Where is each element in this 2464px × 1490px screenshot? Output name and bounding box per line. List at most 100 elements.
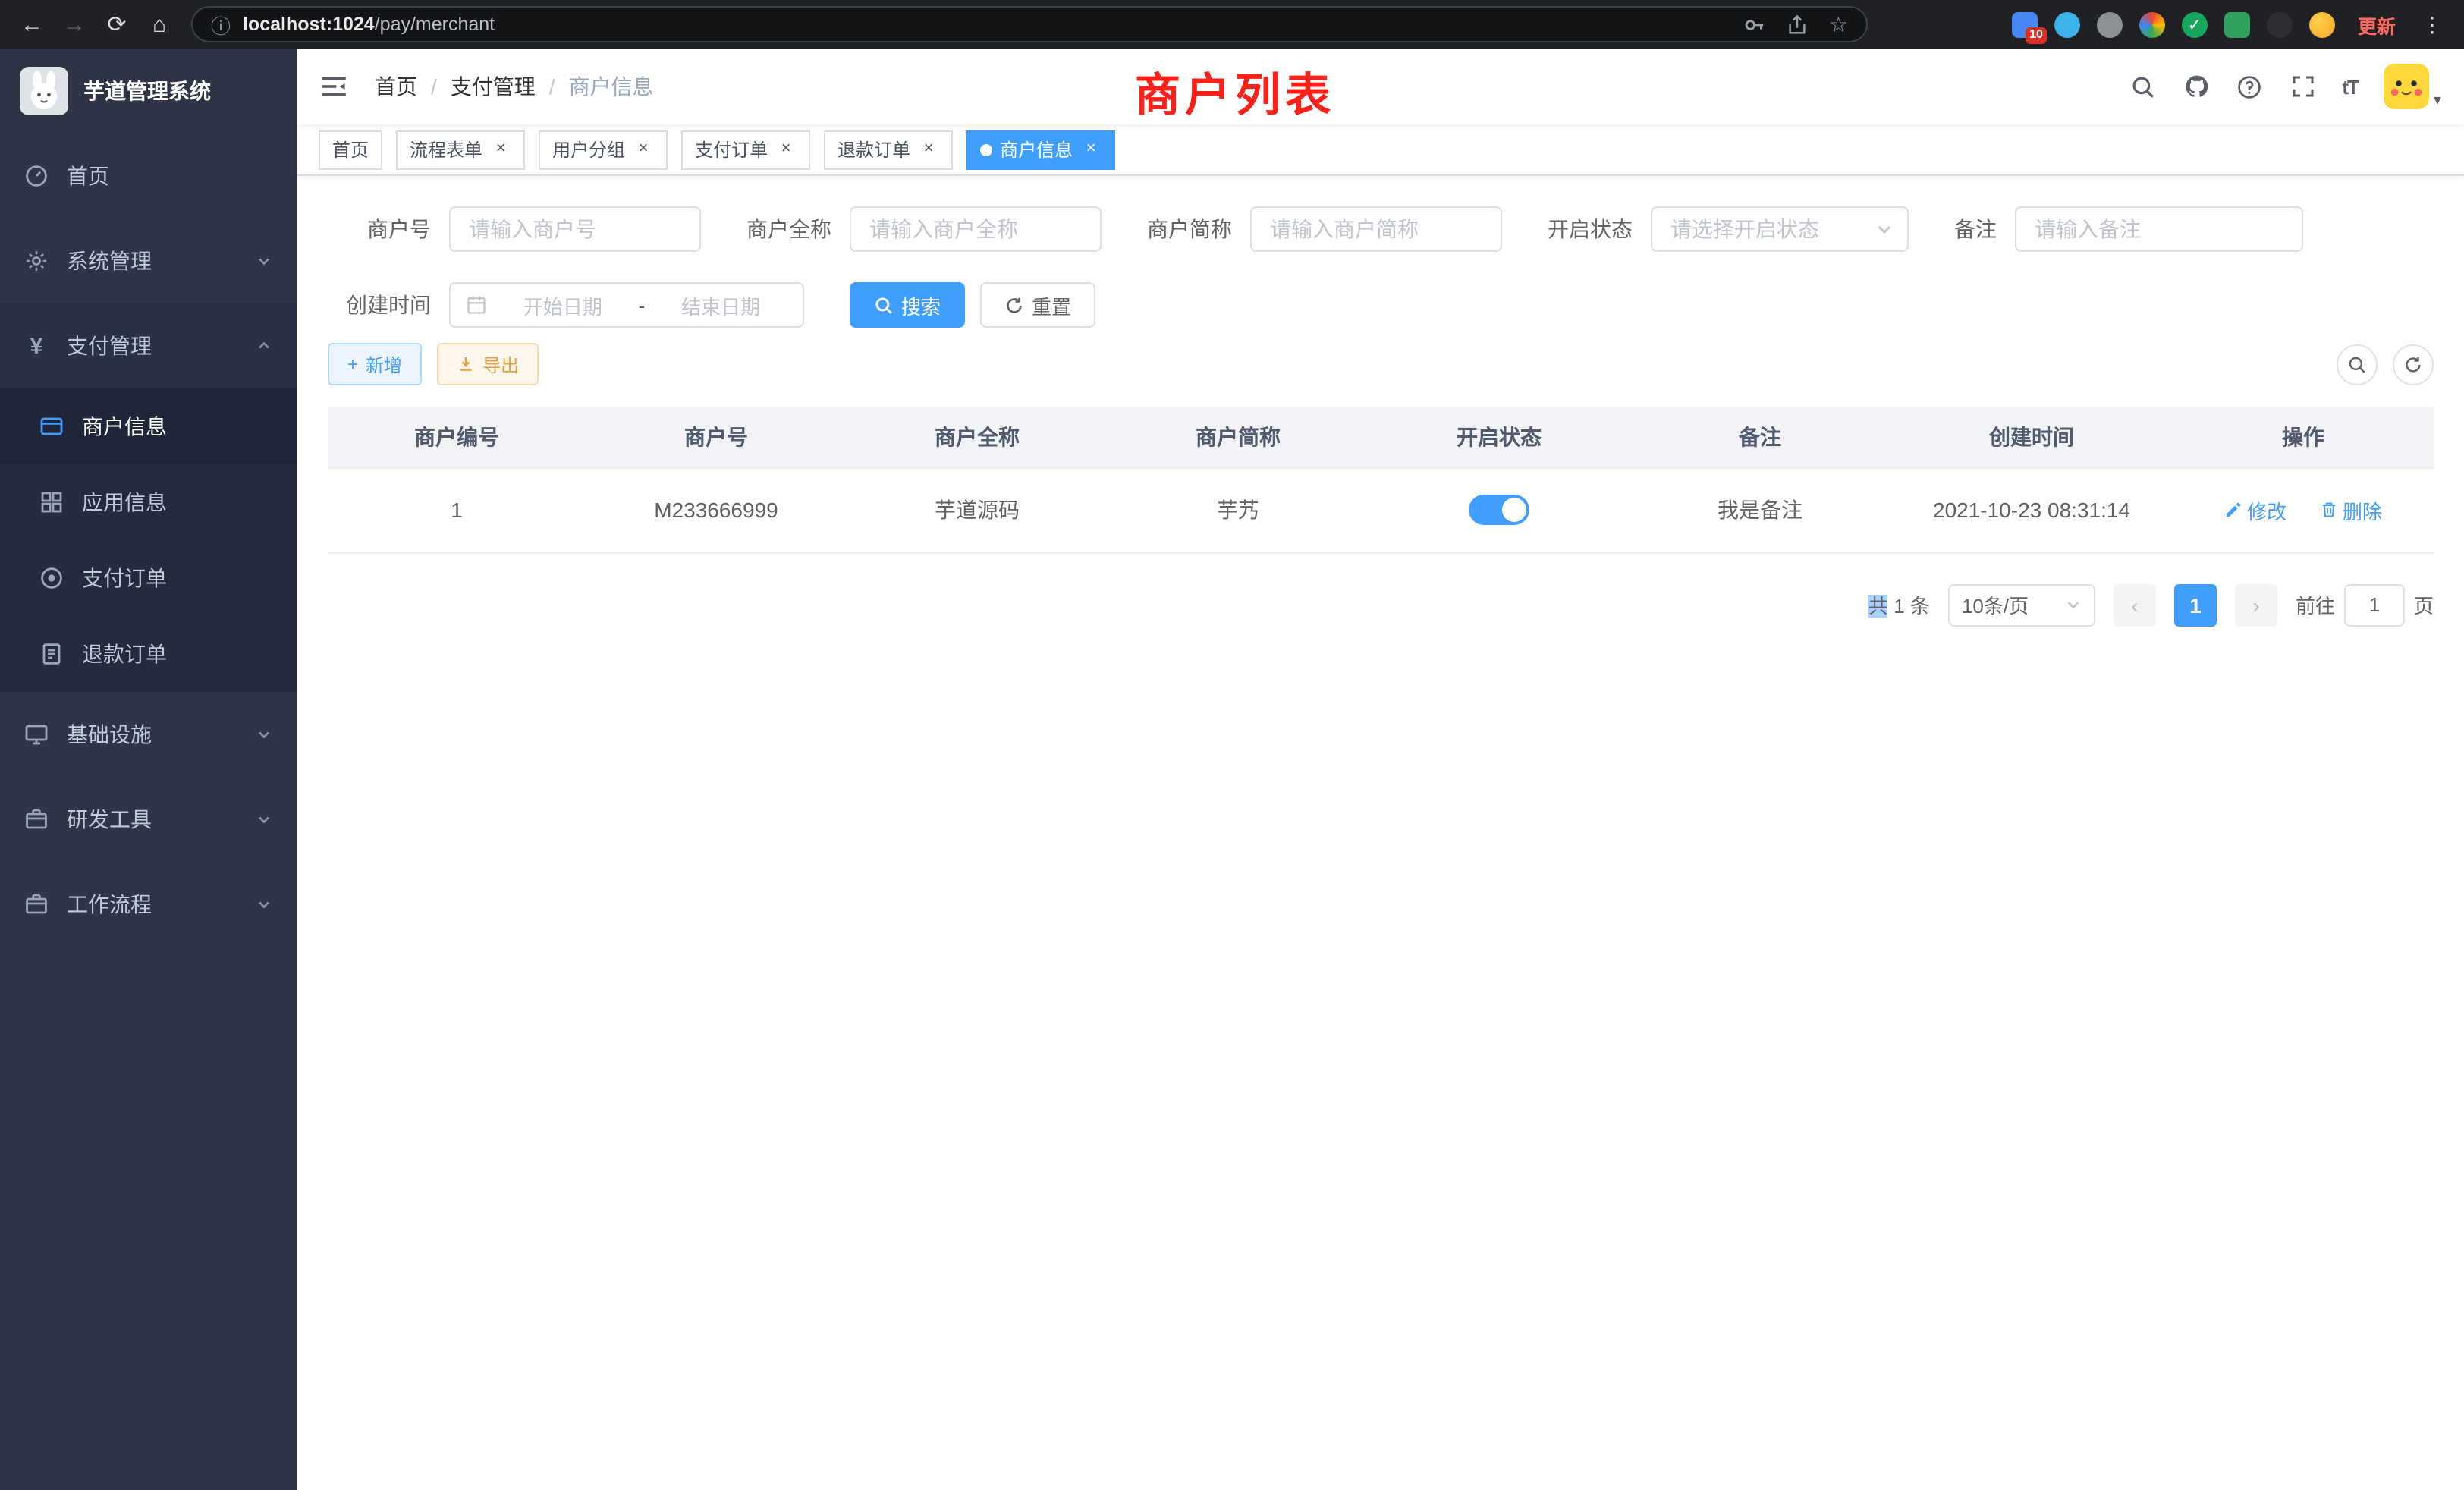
browser-forward-icon[interactable]: → <box>58 8 91 41</box>
bank-card-icon <box>39 414 64 439</box>
status-select[interactable]: 请选择开启状态 <box>1651 206 1909 252</box>
sidebar-item-payment-orders[interactable]: 支付订单 <box>0 540 297 616</box>
cell-actions: 修改 删除 <box>2173 467 2434 552</box>
extension-icon-8[interactable] <box>2309 11 2335 37</box>
user-menu[interactable]: ▾ <box>2384 64 2441 109</box>
status-toggle[interactable] <box>1469 495 1529 525</box>
edit-link[interactable]: 修改 <box>2224 495 2286 524</box>
navbar-actions: tT ▾ <box>2129 64 2441 109</box>
chevron-down-icon <box>255 810 273 828</box>
extension-icon-4[interactable] <box>2139 11 2165 37</box>
target-icon <box>39 566 64 590</box>
screenshot-root: ← → ⟳ ⌂ ⓘ localhost:1024/pay/merchant ☆ … <box>0 0 2464 1490</box>
browser-address-bar[interactable]: ⓘ localhost:1024/pay/merchant ☆ <box>191 6 1868 42</box>
close-icon[interactable]: × <box>633 139 654 160</box>
page-size-select[interactable]: 10条/页 <box>1948 583 2095 626</box>
sidebar-item-app-info[interactable]: 应用信息 <box>0 464 297 540</box>
search-icon[interactable] <box>2129 73 2157 100</box>
col-full-name: 商户全称 <box>847 407 1108 467</box>
chevron-down-icon <box>255 252 273 270</box>
goto-page-input[interactable] <box>2344 583 2405 626</box>
prev-page-button[interactable]: ‹ <box>2114 583 2156 626</box>
browser-menu-icon[interactable]: ⋮ <box>2418 11 2446 37</box>
sidebar-item-dev-tools[interactable]: 研发工具 <box>0 777 297 862</box>
sidebar-item-label: 首页 <box>67 161 109 191</box>
extension-icon-3[interactable] <box>2097 11 2123 37</box>
short-name-input[interactable] <box>1250 206 1502 252</box>
url-path: /pay/merchant <box>375 14 495 35</box>
sidebar-menu: 首页 系统管理 ¥ 支付管理 <box>0 134 297 947</box>
close-icon[interactable]: × <box>918 139 939 160</box>
page-1-button[interactable]: 1 <box>2174 583 2217 626</box>
tab-user-group[interactable]: 用户分组× <box>539 130 668 169</box>
tab-label: 支付订单 <box>695 137 768 162</box>
app-logo[interactable]: 芋道管理系统 <box>0 49 297 134</box>
tab-merchant-info[interactable]: 商户信息× <box>966 130 1115 169</box>
active-dot <box>980 143 992 156</box>
hamburger-icon[interactable] <box>320 71 350 102</box>
share-icon[interactable] <box>1787 13 1809 36</box>
github-icon[interactable] <box>2183 73 2210 100</box>
goto-suffix: 页 <box>2414 590 2434 619</box>
page-info-icon[interactable]: ⓘ <box>211 10 231 39</box>
sidebar-item-label: 研发工具 <box>67 804 152 835</box>
briefcase-icon <box>24 892 49 916</box>
col-actions: 操作 <box>2173 407 2434 467</box>
plus-icon: + <box>347 354 358 375</box>
sidebar-item-payment[interactable]: ¥ 支付管理 <box>0 303 297 388</box>
tab-payment-orders[interactable]: 支付订单 × <box>681 130 810 169</box>
sidebar-item-system[interactable]: 系统管理 <box>0 218 297 303</box>
browser-back-icon[interactable]: ← <box>15 8 49 41</box>
extension-icon-2[interactable] <box>2054 11 2080 37</box>
sidebar-item-label: 应用信息 <box>82 487 167 517</box>
table-header-row: 商户编号 商户号 商户全称 商户简称 开启状态 备注 创建时间 操作 <box>328 407 2434 467</box>
close-icon[interactable]: × <box>775 139 797 160</box>
sidebar-item-label: 商户信息 <box>82 411 167 442</box>
browser-extensions-area: 10 ✓ 更新 ⋮ <box>2012 7 2449 42</box>
extension-icon-7[interactable] <box>2267 11 2293 37</box>
export-button[interactable]: 导出 <box>437 343 539 385</box>
remark-input[interactable] <box>2015 206 2303 252</box>
bookmark-star-icon[interactable]: ☆ <box>1829 11 1848 37</box>
create-time-range-picker[interactable]: 开始日期 - 结束日期 <box>449 282 804 328</box>
tab-process-form[interactable]: 流程表单× <box>396 130 525 169</box>
tab-refund-orders[interactable]: 退款订单 × <box>824 130 953 169</box>
sidebar-item-refund-orders[interactable]: 退款订单 <box>0 616 297 692</box>
reset-button-label: 重置 <box>1032 291 1071 319</box>
breadcrumb-current: 商户信息 <box>569 71 654 102</box>
tab-home[interactable]: 首页 <box>319 130 382 169</box>
sidebar-item-merchant-info[interactable]: 商户信息 <box>0 388 297 464</box>
extension-icon-1[interactable]: 10 <box>2012 11 2038 37</box>
next-page-button[interactable]: › <box>2235 583 2277 626</box>
search-button[interactable]: 搜索 <box>850 282 965 328</box>
sidebar-item-home[interactable]: 首页 <box>0 134 297 218</box>
font-size-icon[interactable]: tT <box>2342 75 2358 98</box>
refresh-table-button[interactable] <box>2393 344 2434 385</box>
extension-icon-5[interactable]: ✓ <box>2182 11 2208 37</box>
breadcrumb-home[interactable]: 首页 <box>375 71 417 102</box>
close-icon[interactable]: × <box>1080 139 1102 160</box>
fullscreen-icon[interactable] <box>2289 73 2316 100</box>
sidebar-item-infrastructure[interactable]: 基础设施 <box>0 692 297 777</box>
sidebar-item-workflow[interactable]: 工作流程 <box>0 862 297 947</box>
full-name-label: 商户全称 <box>746 214 850 244</box>
full-name-input[interactable] <box>850 206 1102 252</box>
briefcase-icon <box>24 807 49 831</box>
col-create-time: 创建时间 <box>1890 407 2173 467</box>
reset-button[interactable]: 重置 <box>980 282 1095 328</box>
help-icon[interactable] <box>2236 73 2263 100</box>
browser-home-icon[interactable]: ⌂ <box>143 8 176 41</box>
delete-link[interactable]: 删除 <box>2320 495 2382 524</box>
breadcrumb-payment[interactable]: 支付管理 <box>451 71 536 102</box>
tabs-bar: 首页 流程表单× 用户分组× 支付订单 × 退款订单 × 商户信息× <box>297 124 2464 176</box>
extension-icon-6[interactable] <box>2224 11 2250 37</box>
password-key-icon[interactable] <box>1744 13 1767 36</box>
merchant-no-input[interactable] <box>449 206 701 252</box>
col-remark: 备注 <box>1630 407 1890 467</box>
browser-update-button[interactable]: 更新 <box>2352 7 2402 42</box>
browser-reload-icon[interactable]: ⟳ <box>100 8 134 41</box>
toggle-search-button[interactable] <box>2337 344 2378 385</box>
add-button[interactable]: + 新增 <box>328 343 422 385</box>
tab-label: 退款订单 <box>838 137 910 162</box>
close-icon[interactable]: × <box>490 139 511 160</box>
